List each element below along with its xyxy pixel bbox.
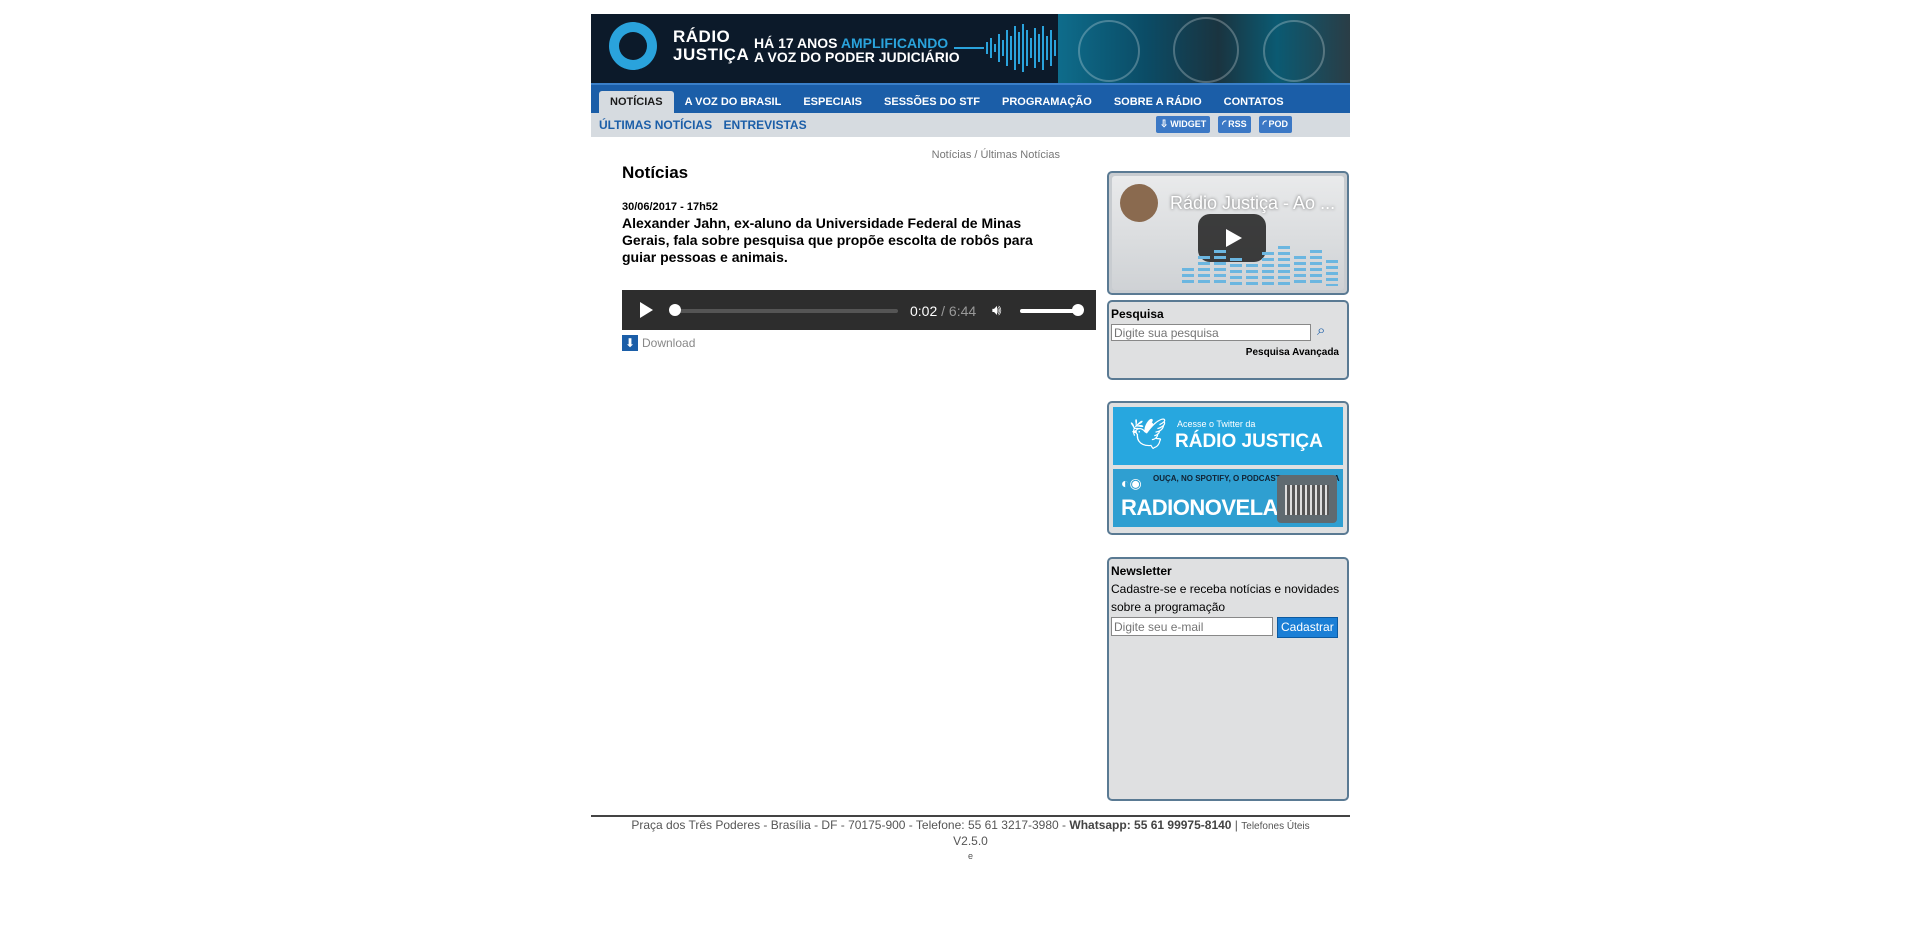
page-title: Notícias bbox=[622, 163, 689, 182]
footer-whatsapp: Whatsapp: 55 61 99975-8140 bbox=[1069, 818, 1232, 832]
microphone-graphic bbox=[1263, 20, 1325, 82]
rss-icon: ◜ bbox=[1222, 119, 1227, 130]
podcast-icon: ◜ bbox=[1262, 119, 1267, 130]
search-icon[interactable]: ⌕ bbox=[1317, 322, 1325, 339]
download-icon: ⬇ bbox=[622, 335, 638, 351]
audio-player: 0:02 / 6:44 🔊︎ bbox=[622, 290, 1096, 330]
subnav-link-ultimas-noticias[interactable]: ÚLTIMAS NOTÍCIAS bbox=[599, 118, 712, 132]
nav-item-sobre-a-radio[interactable]: SOBRE A RÁDIO bbox=[1103, 91, 1213, 113]
search-label: Pesquisa bbox=[1111, 307, 1164, 321]
video-title[interactable]: Rádio Justiça - Ao ... bbox=[1170, 193, 1335, 214]
soundwave-icon bbox=[954, 24, 1060, 72]
social-panel: 🕊︎ Acesse o Twitter da RÁDIO JUSTIÇA ◐◉ … bbox=[1107, 401, 1349, 535]
subscribe-button[interactable]: Cadastrar bbox=[1277, 617, 1338, 638]
pod-label: POD bbox=[1268, 119, 1288, 129]
advanced-search-link[interactable]: Pesquisa Avançada bbox=[1246, 347, 1339, 358]
seek-handle[interactable] bbox=[669, 304, 681, 316]
time-display: 0:02 / 6:44 bbox=[910, 303, 976, 319]
widget-button[interactable]: ⇩ WIDGET bbox=[1155, 116, 1211, 133]
volume-icon[interactable]: 🔊︎ bbox=[992, 302, 1001, 319]
logo-text: RÁDIO JUSTIÇA bbox=[673, 28, 749, 64]
logo-line2: JUSTIÇA bbox=[673, 45, 750, 64]
footer: Praça dos Três Poderes - Brasília - DF -… bbox=[591, 815, 1350, 864]
site-banner[interactable]: RÁDIO JUSTIÇA HÁ 17 ANOS AMPLIFICANDO A … bbox=[591, 14, 1350, 83]
nav-item-a-voz-do-brasil[interactable]: A VOZ DO BRASIL bbox=[674, 91, 793, 113]
speaker-graphic bbox=[1078, 20, 1140, 82]
volume-handle[interactable] bbox=[1072, 304, 1084, 316]
equalizer-graphic bbox=[1182, 246, 1338, 286]
breadcrumb[interactable]: Notícias / Últimas Notícias bbox=[932, 149, 1060, 161]
nav-item-noticias[interactable]: NOTÍCIAS bbox=[599, 91, 674, 113]
spotify-icon: ◐◉ bbox=[1121, 475, 1142, 491]
nav-item-contatos[interactable]: CONTATOS bbox=[1213, 91, 1295, 113]
version-label: V2.5.0 bbox=[953, 834, 988, 848]
newsletter-label: Newsletter bbox=[1111, 564, 1172, 578]
seek-bar[interactable] bbox=[672, 309, 898, 313]
download-link[interactable]: ⬇ Download bbox=[622, 335, 695, 351]
twitter-line2: RÁDIO JUSTIÇA bbox=[1175, 431, 1323, 452]
news-headline: Alexander Jahn, ex-aluno da Universidade… bbox=[622, 215, 1033, 265]
duration: 6:44 bbox=[948, 303, 977, 319]
current-time: 0:02 bbox=[910, 303, 938, 319]
logo-line1: RÁDIO bbox=[673, 27, 731, 46]
news-date: 30/06/2017 - 17h52 bbox=[622, 201, 719, 213]
play-icon[interactable] bbox=[640, 302, 653, 318]
footer-extra: e bbox=[967, 851, 973, 861]
main-navigation: NOTÍCIAS A VOZ DO BRASIL ESPECIAIS SESSÕ… bbox=[591, 83, 1350, 113]
time-separator: / bbox=[937, 303, 949, 319]
useful-phones-link[interactable]: Telefones Úteis bbox=[1241, 821, 1309, 832]
newsletter-panel: Newsletter Cadastre-se e receba notícias… bbox=[1107, 557, 1349, 801]
footer-pipe: | bbox=[1231, 818, 1242, 832]
twitter-banner[interactable]: 🕊︎ Acesse o Twitter da RÁDIO JUSTIÇA bbox=[1113, 407, 1343, 465]
nav-item-sessoes-do-stf[interactable]: SESSÕES DO STF bbox=[873, 91, 991, 113]
sub-navigation: ÚLTIMAS NOTÍCIAS ENTREVISTAS ⇩ WIDGET ◜ RS… bbox=[591, 113, 1350, 137]
pod-button[interactable]: ◜ POD bbox=[1258, 116, 1292, 133]
page-wrapper: RÁDIO JUSTIÇA HÁ 17 ANOS AMPLIFICANDO A … bbox=[591, 14, 1350, 861]
download-arrow-icon: ⇩ bbox=[1159, 119, 1169, 130]
banner-photo bbox=[1058, 14, 1350, 83]
volume-slider[interactable] bbox=[1020, 309, 1076, 313]
radio-justica-logo-icon bbox=[609, 22, 657, 70]
twitter-line1: Acesse o Twitter da bbox=[1177, 419, 1256, 429]
vintage-radio-icon bbox=[1277, 475, 1337, 523]
radionovela-banner[interactable]: ◐◉ OUÇA, NO SPOTIFY, O PODCAST COM A NOS… bbox=[1113, 469, 1343, 527]
nav-item-especiais[interactable]: ESPECIAIS bbox=[792, 91, 873, 113]
rss-label: RSS bbox=[1228, 119, 1247, 129]
email-field[interactable] bbox=[1111, 617, 1273, 636]
search-panel: Pesquisa ⌕ Pesquisa Avançada bbox=[1107, 300, 1349, 380]
youtube-embed[interactable]: Rádio Justiça - Ao ... bbox=[1107, 171, 1349, 295]
radionovela-line2: RADIONOVELA bbox=[1121, 495, 1279, 520]
footer-address: Praça dos Três Poderes - Brasília - DF -… bbox=[631, 818, 1070, 832]
subnav-link-entrevistas[interactable]: ENTREVISTAS bbox=[723, 118, 806, 132]
nav-item-programacao[interactable]: PROGRAMAÇÃO bbox=[991, 91, 1103, 113]
banner-tagline: HÁ 17 ANOS AMPLIFICANDO A VOZ DO PODER J… bbox=[754, 36, 960, 64]
download-label: Download bbox=[642, 336, 696, 350]
vinyl-graphic bbox=[1173, 17, 1239, 83]
widget-label: WIDGET bbox=[1170, 119, 1207, 129]
channel-avatar[interactable] bbox=[1120, 184, 1158, 222]
newsletter-description: Cadastre-se e receba notícias e novidade… bbox=[1111, 582, 1340, 614]
rss-button[interactable]: ◜ RSS bbox=[1218, 116, 1251, 133]
tagline-line2: A VOZ DO PODER JUDICIÁRIO bbox=[754, 49, 960, 65]
search-input[interactable] bbox=[1111, 324, 1311, 341]
twitter-bird-icon: 🕊︎ bbox=[1129, 418, 1168, 451]
